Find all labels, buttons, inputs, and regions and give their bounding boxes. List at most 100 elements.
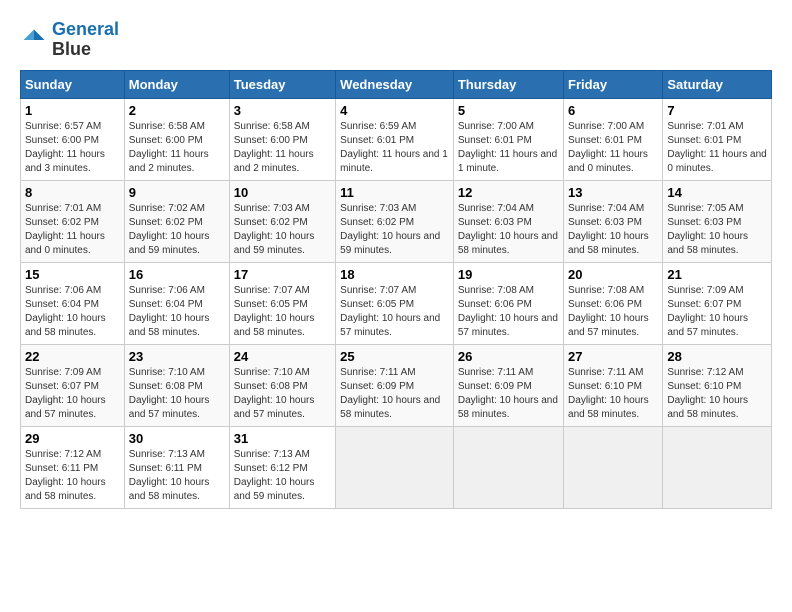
day-info: Sunrise: 7:11 AMSunset: 6:09 PMDaylight:… [340,366,449,422]
day-cell: 27 Sunrise: 7:11 AMSunset: 6:10 PMDayligh… [564,344,663,426]
col-header-sunday: Sunday [21,70,125,98]
day-cell: 16 Sunrise: 7:06 AMSunset: 6:04 PMDayligh… [124,262,229,344]
week-row-5: 29 Sunrise: 7:12 AMSunset: 6:11 PMDayligh… [21,426,772,508]
day-info: Sunrise: 7:06 AMSunset: 6:04 PMDaylight:… [129,284,225,340]
day-number: 17 [234,267,331,282]
day-info: Sunrise: 7:09 AMSunset: 6:07 PMDaylight:… [667,284,767,340]
day-info: Sunrise: 7:10 AMSunset: 6:08 PMDaylight:… [129,366,225,422]
page-header: General Blue [20,20,772,60]
day-number: 28 [667,349,767,364]
day-cell: 11Sunrise: 7:03 AMSunset: 6:02 PMDayligh… [336,180,454,262]
day-number: 22 [25,349,120,364]
day-info: Sunrise: 7:13 AMSunset: 6:11 PMDaylight:… [129,448,225,504]
week-row-4: 22 Sunrise: 7:09 AMSunset: 6:07 PMDayligh… [21,344,772,426]
day-info: Sunrise: 7:01 AMSunset: 6:01 PMDaylight:… [667,120,767,176]
day-info: Sunrise: 6:59 AMSunset: 6:01 PMDaylight:… [340,120,449,176]
day-number: 2 [129,103,225,118]
day-info: Sunrise: 7:13 AMSunset: 6:12 PMDaylight:… [234,448,331,504]
day-cell: 23 Sunrise: 7:10 AMSunset: 6:08 PMDayligh… [124,344,229,426]
day-number: 7 [667,103,767,118]
col-header-friday: Friday [564,70,663,98]
day-info: Sunrise: 6:58 AMSunset: 6:00 PMDaylight:… [129,120,225,176]
day-number: 9 [129,185,225,200]
day-info: Sunrise: 7:10 AMSunset: 6:08 PMDaylight:… [234,366,331,422]
day-cell: 9 Sunrise: 7:02 AMSunset: 6:02 PMDaylight… [124,180,229,262]
day-cell: 12 Sunrise: 7:04 AMSunset: 6:03 PMDayligh… [453,180,563,262]
day-info: Sunrise: 7:12 AMSunset: 6:11 PMDaylight:… [25,448,120,504]
day-cell [453,426,563,508]
col-header-thursday: Thursday [453,70,563,98]
day-number: 21 [667,267,767,282]
day-cell: 5 Sunrise: 7:00 AMSunset: 6:01 PMDaylight… [453,98,563,180]
day-info: Sunrise: 7:02 AMSunset: 6:02 PMDaylight:… [129,202,225,258]
day-info: Sunrise: 7:07 AMSunset: 6:05 PMDaylight:… [234,284,331,340]
day-number: 29 [25,431,120,446]
day-cell: 1Sunrise: 6:57 AMSunset: 6:00 PMDaylight… [21,98,125,180]
day-number: 10 [234,185,331,200]
day-cell: 26Sunrise: 7:11 AMSunset: 6:09 PMDayligh… [453,344,563,426]
day-cell: 25 Sunrise: 7:11 AMSunset: 6:09 PMDayligh… [336,344,454,426]
day-info: Sunrise: 7:11 AMSunset: 6:10 PMDaylight:… [568,366,658,422]
day-info: Sunrise: 7:00 AMSunset: 6:01 PMDaylight:… [568,120,658,176]
day-number: 5 [458,103,559,118]
day-cell: 20 Sunrise: 7:08 AMSunset: 6:06 PMDayligh… [564,262,663,344]
day-cell: 13 Sunrise: 7:04 AMSunset: 6:03 PMDayligh… [564,180,663,262]
col-header-monday: Monday [124,70,229,98]
day-cell: 31 Sunrise: 7:13 AMSunset: 6:12 PMDayligh… [229,426,335,508]
day-info: Sunrise: 7:05 AMSunset: 6:03 PMDaylight:… [667,202,767,258]
day-number: 27 [568,349,658,364]
day-info: Sunrise: 7:01 AMSunset: 6:02 PMDaylight:… [25,202,120,258]
day-cell: 19 Sunrise: 7:08 AMSunset: 6:06 PMDayligh… [453,262,563,344]
week-row-3: 15Sunrise: 7:06 AMSunset: 6:04 PMDayligh… [21,262,772,344]
day-info: Sunrise: 7:06 AMSunset: 6:04 PMDaylight:… [25,284,120,340]
day-cell [336,426,454,508]
day-cell: 14 Sunrise: 7:05 AMSunset: 6:03 PMDayligh… [663,180,772,262]
col-header-wednesday: Wednesday [336,70,454,98]
day-info: Sunrise: 7:04 AMSunset: 6:03 PMDaylight:… [568,202,658,258]
day-cell: 2 Sunrise: 6:58 AMSunset: 6:00 PMDaylight… [124,98,229,180]
day-number: 14 [667,185,767,200]
day-info: Sunrise: 7:00 AMSunset: 6:01 PMDaylight:… [458,120,559,176]
day-cell: 3 Sunrise: 6:58 AMSunset: 6:00 PMDaylight… [229,98,335,180]
day-cell: 8Sunrise: 7:01 AMSunset: 6:02 PMDaylight… [21,180,125,262]
day-info: Sunrise: 7:03 AMSunset: 6:02 PMDaylight:… [234,202,331,258]
day-cell [663,426,772,508]
day-cell [564,426,663,508]
day-cell: 17 Sunrise: 7:07 AMSunset: 6:05 PMDayligh… [229,262,335,344]
day-number: 3 [234,103,331,118]
day-info: Sunrise: 7:12 AMSunset: 6:10 PMDaylight:… [667,366,767,422]
day-number: 19 [458,267,559,282]
day-number: 23 [129,349,225,364]
day-cell: 7 Sunrise: 7:01 AMSunset: 6:01 PMDaylight… [663,98,772,180]
week-row-2: 8Sunrise: 7:01 AMSunset: 6:02 PMDaylight… [21,180,772,262]
week-row-1: 1Sunrise: 6:57 AMSunset: 6:00 PMDaylight… [21,98,772,180]
day-number: 20 [568,267,658,282]
logo: General Blue [20,20,119,60]
col-header-tuesday: Tuesday [229,70,335,98]
day-number: 16 [129,267,225,282]
day-number: 12 [458,185,559,200]
logo-icon [20,26,48,54]
day-number: 25 [340,349,449,364]
day-info: Sunrise: 7:09 AMSunset: 6:07 PMDaylight:… [25,366,120,422]
calendar-table: SundayMondayTuesdayWednesdayThursdayFrid… [20,70,772,509]
day-info: Sunrise: 7:08 AMSunset: 6:06 PMDaylight:… [568,284,658,340]
day-number: 24 [234,349,331,364]
day-cell: 4Sunrise: 6:59 AMSunset: 6:01 PMDaylight… [336,98,454,180]
day-cell: 21 Sunrise: 7:09 AMSunset: 6:07 PMDayligh… [663,262,772,344]
day-cell: 22 Sunrise: 7:09 AMSunset: 6:07 PMDayligh… [21,344,125,426]
day-info: Sunrise: 6:58 AMSunset: 6:00 PMDaylight:… [234,120,331,176]
day-number: 11 [340,185,449,200]
day-cell: 24 Sunrise: 7:10 AMSunset: 6:08 PMDayligh… [229,344,335,426]
day-info: Sunrise: 7:07 AMSunset: 6:05 PMDaylight:… [340,284,449,340]
day-info: Sunrise: 7:04 AMSunset: 6:03 PMDaylight:… [458,202,559,258]
day-cell: 10 Sunrise: 7:03 AMSunset: 6:02 PMDayligh… [229,180,335,262]
day-number: 31 [234,431,331,446]
day-number: 18 [340,267,449,282]
day-info: Sunrise: 7:08 AMSunset: 6:06 PMDaylight:… [458,284,559,340]
day-info: Sunrise: 7:11 AMSunset: 6:09 PMDaylight:… [458,366,559,422]
calendar-header-row: SundayMondayTuesdayWednesdayThursdayFrid… [21,70,772,98]
day-cell: 29 Sunrise: 7:12 AMSunset: 6:11 PMDayligh… [21,426,125,508]
day-cell: 18 Sunrise: 7:07 AMSunset: 6:05 PMDayligh… [336,262,454,344]
day-number: 13 [568,185,658,200]
